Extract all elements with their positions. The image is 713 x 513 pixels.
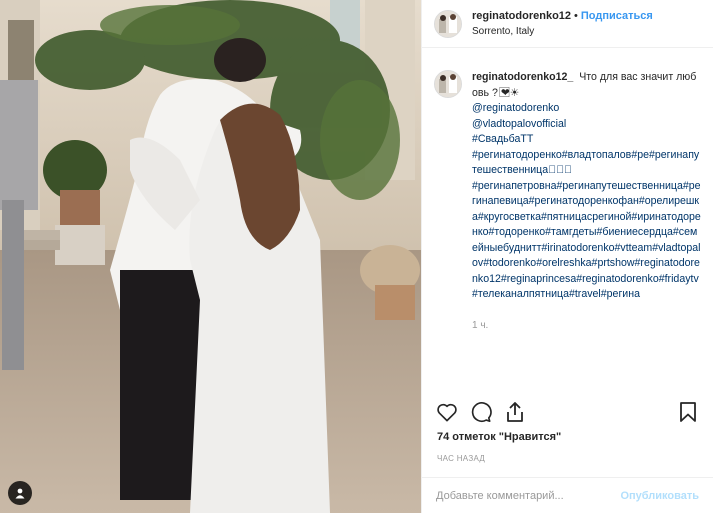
caption-text: reginatodorenko12_ Что для вас значит лю… bbox=[472, 70, 701, 348]
mention-reginatodorenko[interactable]: @reginatodorenko bbox=[472, 101, 701, 117]
comment-input[interactable] bbox=[436, 489, 621, 502]
hashtags-block-2[interactable]: #регинапетровна#регинапутешественница#ре… bbox=[472, 179, 701, 303]
caption-username[interactable]: reginatodorenko12_ bbox=[472, 71, 573, 83]
publish-button[interactable]: Опубликовать bbox=[620, 490, 699, 502]
post-header: reginatodorenko12 • Подписаться Sorrento, … bbox=[422, 0, 713, 48]
hashtag-svadbatt[interactable]: #СвадьбаТТ bbox=[472, 132, 701, 148]
action-bar bbox=[434, 397, 701, 427]
bookmark-icon[interactable] bbox=[675, 399, 701, 425]
heart-icon[interactable] bbox=[434, 399, 460, 425]
share-icon[interactable] bbox=[502, 399, 528, 425]
comment-bar: Опубликовать bbox=[422, 477, 713, 513]
comment-icon[interactable] bbox=[468, 399, 494, 425]
post-photo[interactable] bbox=[0, 0, 421, 513]
hashtags-block-1[interactable]: #регинатодоренко#владтопалов#ре#регинапу… bbox=[472, 148, 701, 179]
avatar[interactable] bbox=[434, 9, 462, 38]
follow-button[interactable]: Подписаться bbox=[581, 10, 653, 22]
caption-avatar[interactable] bbox=[434, 70, 462, 98]
separator-dot: • bbox=[574, 9, 578, 22]
likes-count[interactable]: 74 отметок "Нравится" bbox=[437, 431, 561, 443]
caption: reginatodorenko12_ Что для вас значит лю… bbox=[422, 48, 713, 348]
post-sidebar: reginatodorenko12 • Подписаться Sorrento, … bbox=[421, 0, 713, 513]
post-date: час назад bbox=[437, 454, 486, 463]
mention-vladtopalovofficial[interactable]: @vladtopalovofficial bbox=[472, 117, 701, 133]
tagged-users-icon[interactable] bbox=[8, 481, 32, 505]
author-username[interactable]: reginatodorenko12 bbox=[472, 10, 571, 22]
location-link[interactable]: Sorrento, Italy bbox=[472, 24, 653, 39]
caption-time: 1 ч. bbox=[472, 319, 489, 331]
wedding-hug-photo bbox=[0, 0, 421, 513]
instagram-post: reginatodorenko12 • Подписаться Sorrento, … bbox=[0, 0, 713, 513]
